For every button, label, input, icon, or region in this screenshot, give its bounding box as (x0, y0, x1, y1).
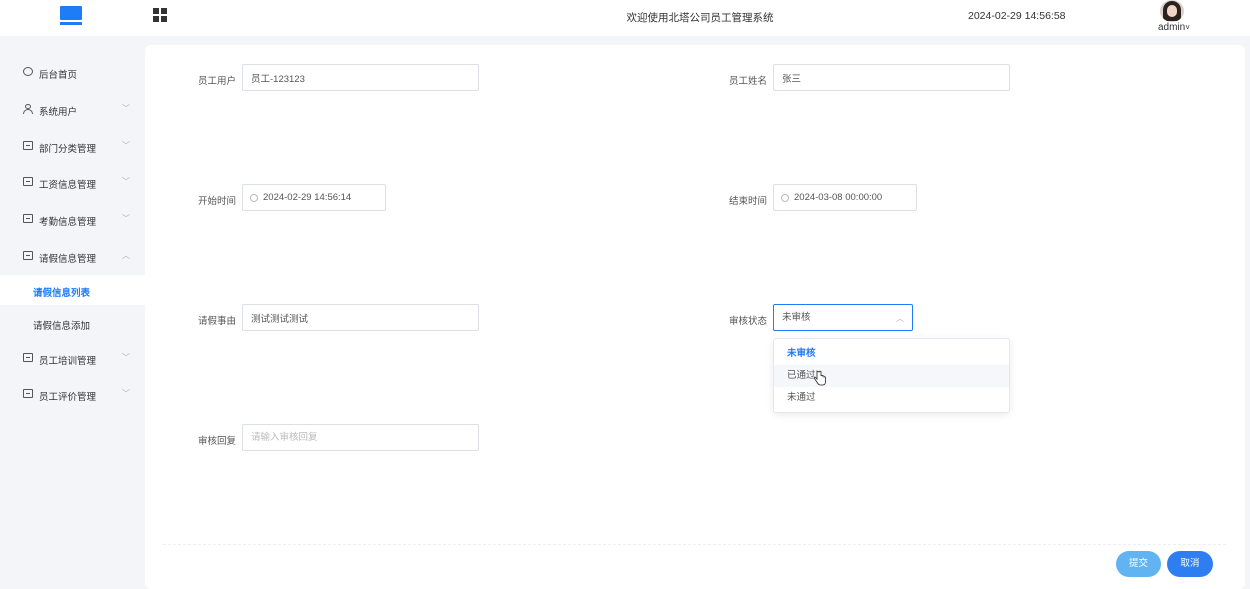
user-menu[interactable]: admin˅ (1158, 22, 1190, 33)
sidebar-item-label: 请假信息管理 (39, 254, 97, 265)
end-time-picker[interactable]: 2024-03-08 00:00:00 (773, 184, 917, 211)
username: admin (1158, 22, 1186, 33)
sidebar-item-system-users[interactable]: 系统用户 ﹀ (0, 94, 145, 124)
hand-cursor-icon (814, 370, 826, 386)
chevron-down-icon: ﹀ (122, 177, 130, 186)
chevron-down-icon: ﹀ (122, 104, 130, 113)
sidebar-item-label: 员工培训管理 (39, 356, 97, 367)
monitor-logo-icon (60, 6, 82, 26)
sidebar-item-label: 系统用户 (39, 107, 78, 118)
sidebar-subitem-label: 请假信息列表 (33, 288, 91, 299)
dropdown-option-approved[interactable]: 已通过 (774, 365, 1009, 387)
employee-account-input[interactable] (242, 64, 479, 91)
menu-grid-icon[interactable] (153, 8, 167, 22)
chevron-up-icon: ︿ (122, 251, 130, 260)
sidebar-item-training[interactable]: 员工培训管理 ﹀ (0, 343, 145, 373)
review-reply-label: 审核回复 (198, 436, 237, 447)
chevron-down-icon: ﹀ (122, 214, 130, 223)
end-time-value: 2024-03-08 00:00:00 (794, 192, 883, 203)
submit-button[interactable]: 提交 (1116, 551, 1161, 577)
start-time-value: 2024-02-29 14:56:14 (263, 192, 352, 203)
folder-icon (23, 251, 33, 260)
employee-name-label: 员工姓名 (729, 76, 768, 87)
folder-icon (23, 389, 33, 398)
clock-icon (250, 194, 258, 202)
sidebar-item-departments[interactable]: 部门分类管理 ﹀ (0, 131, 145, 161)
footer-divider (163, 544, 1226, 545)
start-time-picker[interactable]: 2024-02-29 14:56:14 (242, 184, 386, 211)
sidebar-item-leave[interactable]: 请假信息管理 ︿ (0, 241, 145, 271)
folder-icon (23, 141, 33, 150)
dropdown-option-pending[interactable]: 未审核 (774, 343, 1009, 365)
cancel-button[interactable]: 取消 (1167, 551, 1213, 577)
sidebar-item-label: 考勤信息管理 (39, 217, 97, 228)
page-title: 欢迎使用北塔公司员工管理系统 (626, 12, 774, 24)
review-reply-input[interactable] (242, 424, 479, 451)
review-status-dropdown: 未审核 已通过 未通过 (773, 338, 1010, 413)
clock-icon (23, 67, 33, 76)
employee-account-label: 员工用户 (198, 76, 237, 87)
dropdown-option-rejected[interactable]: 未通过 (774, 387, 1009, 409)
review-status-label: 审核状态 (729, 316, 768, 327)
review-status-value: 未审核 (782, 312, 811, 323)
folder-icon (23, 214, 33, 223)
sidebar-subitem-leave-list[interactable]: 请假信息列表 (0, 275, 145, 305)
start-time-label: 开始时间 (198, 196, 237, 207)
sidebar-item-evaluation[interactable]: 员工评价管理 ﹀ (0, 379, 145, 409)
sidebar-subitem-label: 请假信息添加 (33, 321, 91, 332)
folder-icon (23, 353, 33, 362)
sidebar-item-home[interactable]: 后台首页 (0, 57, 145, 87)
reason-label: 请假事由 (198, 316, 237, 327)
sidebar-item-salary[interactable]: 工资信息管理 ﹀ (0, 167, 145, 197)
sidebar-item-label: 员工评价管理 (39, 392, 97, 403)
sidebar-item-label: 部门分类管理 (39, 144, 97, 155)
chevron-down-icon: ﹀ (122, 389, 130, 398)
user-icon (23, 104, 33, 114)
sidebar-item-label: 工资信息管理 (39, 180, 97, 191)
reason-input[interactable] (242, 304, 479, 331)
folder-icon (23, 177, 33, 186)
chevron-down-icon: ﹀ (122, 141, 130, 150)
sidebar-item-attendance[interactable]: 考勤信息管理 ﹀ (0, 204, 145, 234)
sidebar-subitem-leave-add[interactable]: 请假信息添加 (0, 308, 145, 338)
chevron-down-icon: ﹀ (122, 353, 130, 362)
top-bar: 欢迎使用北塔公司员工管理系统 2024-02-29 14:56:58 admin… (0, 0, 1250, 36)
clock-icon (781, 194, 789, 202)
sidebar: 后台首页 系统用户 ﹀ 部门分类管理 ﹀ 工资信息管理 ﹀ 考勤信息管理 ﹀ 请… (0, 36, 145, 589)
chevron-up-icon: ︿ (896, 314, 904, 323)
review-status-select[interactable]: 未审核 ︿ (773, 304, 913, 331)
avatar[interactable] (1160, 0, 1184, 22)
sidebar-item-label: 后台首页 (39, 70, 78, 81)
end-time-label: 结束时间 (729, 196, 768, 207)
datetime-display: 2024-02-29 14:56:58 (968, 10, 1066, 22)
employee-name-input[interactable] (773, 64, 1010, 91)
chevron-down-icon: ˅ (1185, 23, 1190, 32)
